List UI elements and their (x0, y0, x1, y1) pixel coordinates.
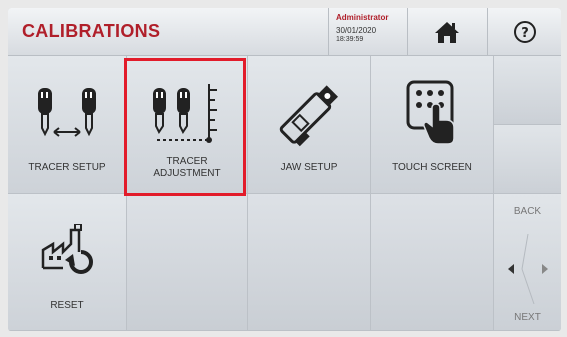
user-name: Administrator (336, 13, 389, 22)
page-title: CALIBRATIONS (22, 21, 161, 41)
tracer-setup-button[interactable]: TRACER SETUP (8, 56, 127, 194)
back-label: BACK (513, 206, 542, 217)
page-navigator: BACK NEXT (494, 194, 561, 331)
side-slot (494, 125, 561, 194)
jaw-setup-label: JAW SETUP (280, 162, 338, 173)
user-info: Administrator 30/01/2020 18:39:59 (328, 8, 408, 55)
tracer-setup-label: TRACER SETUP (28, 162, 106, 173)
header-bar: CALIBRATIONS Administrator 30/01/2020 18… (8, 8, 561, 56)
side-slot (494, 56, 561, 125)
empty-slot (248, 194, 371, 331)
empty-slot (371, 194, 494, 331)
home-icon (435, 21, 459, 43)
tracer-setup-icon (38, 88, 96, 137)
reset-button[interactable]: RESET (8, 194, 127, 331)
reset-label: RESET (50, 300, 84, 311)
empty-slot (127, 194, 248, 331)
date-display: 30/01/2020 (336, 26, 377, 35)
nav-divider (521, 234, 535, 304)
calibrations-screen: CALIBRATIONS Administrator 30/01/2020 18… (8, 8, 561, 331)
touch-screen-icon (406, 80, 455, 145)
help-icon: ? (513, 20, 536, 43)
home-button[interactable] (407, 8, 488, 55)
svg-text:?: ? (521, 26, 529, 41)
help-button[interactable]: ? (488, 8, 561, 55)
touch-screen-button[interactable]: TOUCH SCREEN (371, 56, 494, 194)
factory-reset-icon (41, 224, 93, 274)
next-label: NEXT (514, 312, 541, 323)
time-display: 18:39:59 (336, 36, 364, 43)
jaw-setup-icon (279, 85, 338, 147)
touch-screen-label: TOUCH SCREEN (392, 162, 472, 173)
selection-highlight (124, 58, 246, 196)
jaw-setup-button[interactable]: JAW SETUP (248, 56, 371, 194)
